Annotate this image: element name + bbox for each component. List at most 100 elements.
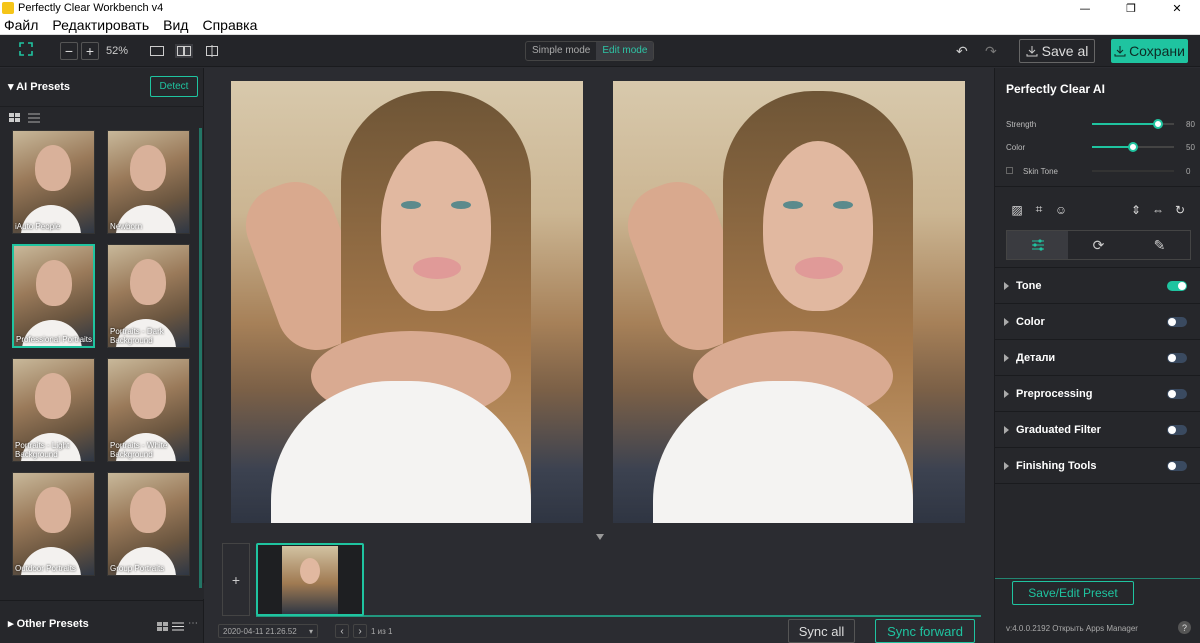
color-toggle[interactable] (1167, 316, 1187, 327)
prev-page-button[interactable]: ‹ (335, 624, 349, 638)
split-view-icon[interactable] (175, 44, 193, 58)
section-details[interactable]: Детали (995, 340, 1200, 376)
corrected-image[interactable] (613, 81, 965, 523)
preset-portraits-dark[interactable]: Portraits - Dark Background (107, 244, 190, 348)
preset-label: Portraits - Dark Background (110, 327, 164, 345)
section-label: Tone (1016, 279, 1042, 292)
preset-professional-portraits[interactable]: Professional Portraits (12, 244, 95, 348)
close-button[interactable]: ✕ (1154, 2, 1200, 15)
list-view-icon[interactable] (28, 110, 40, 128)
section-label: Preprocessing (1016, 387, 1093, 400)
canvas-area: + 2020-04-11 21.26.52 ▾ ‹ › 1 из 1 Sync … (205, 68, 994, 643)
divider (0, 106, 204, 107)
preset-newborn[interactable]: Newborn (107, 130, 190, 234)
collapse-filmstrip-icon[interactable] (596, 534, 604, 540)
presets-header[interactable]: ▾ AI Presets (8, 80, 70, 93)
grid-view-icon[interactable] (9, 110, 21, 128)
help-icon[interactable]: ? (1178, 621, 1191, 634)
preset-iauto-people[interactable]: iAuto People (12, 130, 95, 234)
slider-label: Skin Tone (1023, 167, 1058, 176)
fit-icon[interactable] (19, 42, 33, 59)
preset-portraits-light[interactable]: Portraits - Light Background (12, 358, 95, 462)
undo-icon[interactable]: ↶ (956, 43, 968, 60)
preset-label: Outdoor Portraits (15, 564, 76, 573)
window-title: Perfectly Clear Workbench v4 (18, 2, 164, 14)
section-label: Graduated Filter (1016, 423, 1101, 436)
menu-edit[interactable]: Редактировать (52, 17, 149, 33)
section-label: Color (1016, 315, 1045, 328)
tone-toggle[interactable] (1167, 280, 1187, 291)
preset-grid: iAuto People Newborn Professional Portra… (12, 130, 198, 576)
sync-all-button[interactable]: Sync all (788, 619, 855, 643)
save-all-label: Save al (1041, 43, 1089, 59)
grid-view-icon[interactable] (157, 618, 169, 636)
date-select[interactable]: 2020-04-11 21.26.52 ▾ (218, 624, 318, 638)
sync-forward-button[interactable]: Sync forward (875, 619, 975, 643)
compare-view-icon[interactable] (203, 44, 221, 58)
slider-label: Strength (1006, 120, 1037, 129)
simple-mode-tab[interactable]: Simple mode (526, 42, 596, 60)
crop-icon[interactable]: ⌗ (1028, 202, 1050, 217)
preprocessing-toggle[interactable] (1167, 388, 1187, 399)
other-presets-header[interactable]: ▸ Other Presets (8, 617, 89, 630)
color-slider[interactable]: Color 50 (1006, 142, 1196, 152)
details-toggle[interactable] (1167, 352, 1187, 363)
section-color[interactable]: Color (995, 304, 1200, 340)
chevron-down-icon: ▾ (308, 626, 313, 636)
preset-group-portraits[interactable]: Group Portraits (107, 472, 190, 576)
next-page-button[interactable]: › (353, 624, 367, 638)
skin-tone-checkbox[interactable] (1006, 167, 1013, 174)
minimize-button[interactable]: — (1062, 2, 1108, 15)
single-view-icon[interactable] (148, 44, 166, 58)
strength-slider[interactable]: Strength 80 (1006, 119, 1196, 129)
preset-portraits-white[interactable]: Portraits - White Background (107, 358, 190, 462)
face-icon[interactable]: ☺ (1050, 203, 1072, 217)
tab-sliders[interactable] (1007, 231, 1068, 259)
save-all-button[interactable]: Save al (1019, 39, 1095, 63)
tab-effects[interactable]: ⟳ (1068, 231, 1129, 259)
adjustment-tabs: ⟳ ✎ (1006, 230, 1191, 260)
menu-help[interactable]: Справка (202, 17, 257, 33)
zoom-out-button[interactable]: − (60, 42, 78, 60)
zoom-in-button[interactable]: + (81, 42, 99, 60)
maximize-button[interactable]: ❐ (1108, 2, 1154, 15)
list-view-icon[interactable] (172, 618, 184, 636)
flip-horizontal-icon[interactable]: ⇔ (1147, 203, 1169, 217)
save-edit-preset-button[interactable]: Save/Edit Preset (1012, 581, 1134, 605)
original-image[interactable] (231, 81, 583, 523)
tab-retouch[interactable]: ✎ (1129, 231, 1190, 259)
divider (995, 186, 1200, 187)
flip-vertical-icon[interactable]: ⇕ (1125, 203, 1147, 217)
filmstrip-scrollbar[interactable] (256, 615, 981, 617)
filmstrip-thumbnail[interactable] (256, 543, 364, 616)
preset-label: Newborn (110, 222, 143, 231)
rotate-icon[interactable]: ↻ (1169, 203, 1191, 217)
preset-label: Portraits - White Background (110, 441, 168, 459)
graduated-filter-toggle[interactable] (1167, 424, 1187, 435)
slider-value: 0 (1186, 167, 1191, 176)
detect-button[interactable]: Detect (150, 76, 198, 97)
finishing-tools-toggle[interactable] (1167, 460, 1187, 471)
section-preprocessing[interactable]: Preprocessing (995, 376, 1200, 412)
section-tone[interactable]: Tone (995, 268, 1200, 304)
more-icon[interactable]: ⋯ (188, 618, 198, 629)
brush-icon: ✎ (1153, 236, 1166, 253)
slider-value: 80 (1186, 120, 1195, 129)
section-finishing-tools[interactable]: Finishing Tools (995, 448, 1200, 484)
adjustments-panel: Perfectly Clear AI Strength 80 Color 50 … (994, 68, 1200, 643)
version-info: v:4.0.0.2192 Открыть Apps Manager (1006, 624, 1138, 633)
menu-view[interactable]: Вид (163, 17, 188, 33)
menu-bar: Файл Редактировать Вид Справка (0, 16, 1200, 35)
grid-fade (0, 583, 204, 599)
curves-icon[interactable]: ▨ (1006, 203, 1028, 217)
section-graduated-filter[interactable]: Graduated Filter (995, 412, 1200, 448)
redo-icon[interactable]: ↷ (985, 43, 997, 60)
other-presets-title: Other Presets (16, 618, 89, 630)
add-image-button[interactable]: + (222, 543, 250, 616)
save-button[interactable]: Сохрани (1111, 39, 1188, 63)
preset-outdoor-portraits[interactable]: Outdoor Portraits (12, 472, 95, 576)
menu-file[interactable]: Файл (4, 17, 38, 33)
divider (995, 578, 1200, 579)
edit-mode-tab[interactable]: Edit mode (596, 42, 654, 60)
presets-scrollbar[interactable] (199, 128, 202, 588)
